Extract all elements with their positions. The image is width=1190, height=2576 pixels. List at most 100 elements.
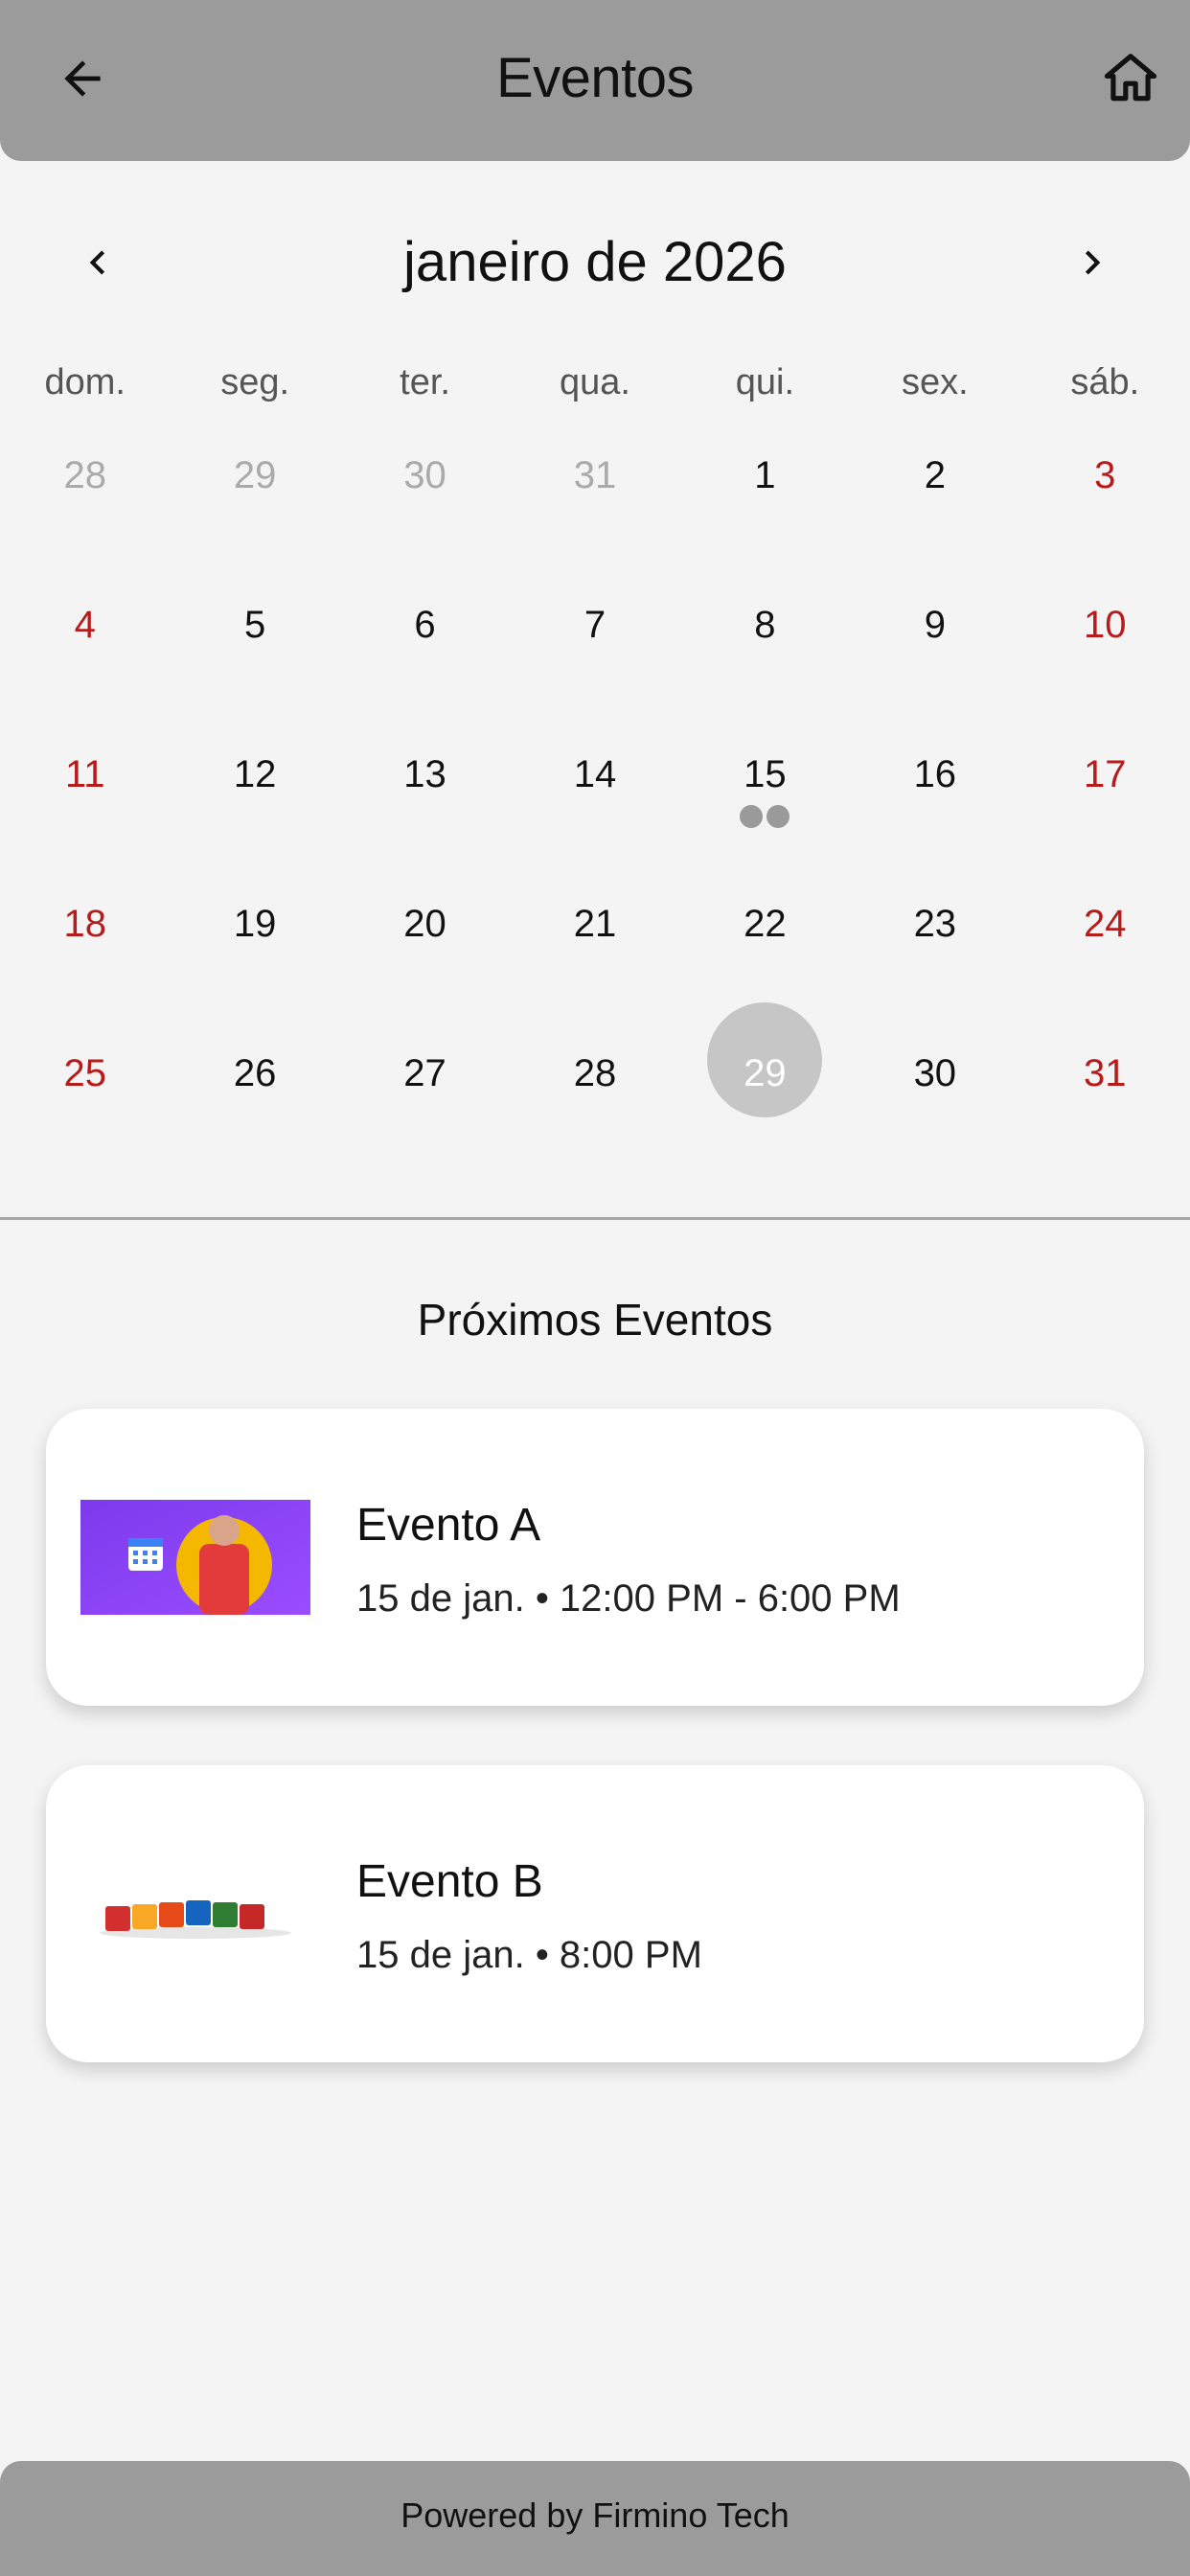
day-number: 25 <box>63 1052 106 1094</box>
event-thumbnail-image <box>80 1500 310 1615</box>
calendar-day[interactable]: 25 <box>0 1029 170 1179</box>
day-number: 24 <box>1083 903 1127 945</box>
day-number: 22 <box>744 903 787 945</box>
weekday-row: dom. seg. ter. qua. qui. sex. sáb. <box>0 362 1190 410</box>
upcoming-events-title: Próximos Eventos <box>417 1295 773 1345</box>
calendar-day[interactable]: 31 <box>1020 1029 1190 1179</box>
event-title: Evento A <box>356 1500 541 1551</box>
day-number: 18 <box>63 903 106 945</box>
day-number: 31 <box>1083 1052 1127 1094</box>
calendar-day[interactable]: 14 <box>510 730 679 880</box>
calendar-day-selected[interactable]: 29 <box>680 1002 850 1179</box>
calendar-day[interactable]: 17 <box>1020 730 1190 880</box>
day-number: 7 <box>584 604 606 646</box>
calendar-day[interactable]: 9 <box>850 581 1019 730</box>
calendar-day[interactable]: 28 <box>510 1029 679 1179</box>
app-bar: Eventos <box>0 0 1190 161</box>
calendar-day[interactable]: 26 <box>170 1029 339 1179</box>
day-number: 12 <box>233 753 277 795</box>
calendar-day[interactable]: 3 <box>1020 431 1190 581</box>
calendar-week: 11 12 13 14 15 16 17 <box>0 730 1190 880</box>
day-number: 20 <box>403 903 446 945</box>
home-icon <box>1104 54 1157 102</box>
event-markers <box>680 805 850 828</box>
day-number: 30 <box>913 1052 957 1094</box>
calendar-day[interactable]: 12 <box>170 730 339 880</box>
day-number: 23 <box>913 903 957 945</box>
calendar-day[interactable]: 27 <box>340 1029 510 1179</box>
calendar-day[interactable]: 28 <box>0 431 170 581</box>
day-number: 6 <box>414 604 436 646</box>
home-button[interactable] <box>1090 38 1171 119</box>
event-dot <box>740 805 764 828</box>
event-card[interactable]: Evento A 15 de jan. • 12:00 PM - 6:00 PM <box>46 1409 1144 1706</box>
day-number: 31 <box>573 454 617 496</box>
calendar-day[interactable]: 8 <box>680 581 850 730</box>
calendar-day[interactable]: 16 <box>850 730 1019 880</box>
chevron-right-icon <box>1085 250 1101 275</box>
calendar-day[interactable]: 1 <box>680 431 850 581</box>
calendar-day[interactable]: 11 <box>0 730 170 880</box>
event-dot <box>767 805 790 828</box>
calendar-week: 25 26 27 28 29 30 31 <box>0 1002 1190 1179</box>
calendar-day[interactable]: 21 <box>510 880 679 1029</box>
day-number: 16 <box>913 753 957 795</box>
calendar-day[interactable]: 30 <box>850 1029 1019 1179</box>
day-number: 21 <box>573 903 617 945</box>
weekday-label: ter. <box>400 362 450 402</box>
calendar-day[interactable]: 7 <box>510 581 679 730</box>
day-number: 13 <box>403 753 446 795</box>
day-number: 9 <box>924 604 946 646</box>
day-number: 28 <box>573 1052 617 1094</box>
month-label: janeiro de 2026 <box>403 231 787 293</box>
weekday-label: sex. <box>901 362 969 402</box>
day-number: 30 <box>403 454 446 496</box>
event-time: 15 de jan. • 12:00 PM - 6:00 PM <box>356 1577 901 1620</box>
calendar-day[interactable]: 19 <box>170 880 339 1029</box>
day-number: 2 <box>924 454 946 496</box>
day-number: 27 <box>403 1052 446 1094</box>
calendar-week: 18 19 20 21 22 23 24 <box>0 880 1190 1029</box>
footer-credit: Powered by Firmino Tech <box>400 2496 790 2535</box>
day-number: 29 <box>744 1052 787 1094</box>
calendar-header: janeiro de 2026 <box>0 217 1190 303</box>
day-number: 10 <box>1083 604 1127 646</box>
calendar-day[interactable]: 2 <box>850 431 1019 581</box>
calendar-day[interactable]: 13 <box>340 730 510 880</box>
next-month-button[interactable] <box>1054 224 1131 301</box>
calendar-week: 28 29 30 31 1 2 3 <box>0 431 1190 581</box>
calendar-week: 4 5 6 7 8 9 10 <box>0 581 1190 730</box>
footer: Powered by Firmino Tech <box>0 2461 1190 2576</box>
calendar-day[interactable]: 18 <box>0 880 170 1029</box>
calendar-day[interactable]: 10 <box>1020 581 1190 730</box>
calendar-day[interactable]: 23 <box>850 880 1019 1029</box>
day-number: 3 <box>1094 454 1116 496</box>
day-number: 1 <box>754 454 776 496</box>
day-number: 8 <box>754 604 776 646</box>
day-number: 15 <box>744 753 787 795</box>
calendar-day[interactable]: 6 <box>340 581 510 730</box>
calendar-day[interactable]: 29 <box>170 431 339 581</box>
calendar-day[interactable]: 30 <box>340 431 510 581</box>
day-number: 11 <box>64 753 105 795</box>
event-time: 15 de jan. • 8:00 PM <box>356 1934 702 1976</box>
calendar-day-with-events[interactable]: 15 <box>680 730 850 880</box>
calendar-day[interactable]: 20 <box>340 880 510 1029</box>
calendar-day[interactable]: 31 <box>510 431 679 581</box>
section-divider <box>0 1217 1190 1220</box>
weekday-label: seg. <box>220 362 290 402</box>
event-title: Evento B <box>356 1856 543 1907</box>
day-number: 19 <box>233 903 277 945</box>
weekday-label: qua. <box>559 362 630 402</box>
day-number: 29 <box>233 454 277 496</box>
day-number: 5 <box>244 604 266 646</box>
day-number: 17 <box>1083 753 1127 795</box>
calendar-day[interactable]: 4 <box>0 581 170 730</box>
event-card[interactable]: Evento B 15 de jan. • 8:00 PM <box>46 1765 1144 2062</box>
weekday-label: dom. <box>44 362 126 402</box>
day-number: 4 <box>74 604 96 646</box>
calendar-day[interactable]: 5 <box>170 581 339 730</box>
calendar-day[interactable]: 24 <box>1020 880 1190 1029</box>
page-title: Eventos <box>495 47 695 109</box>
day-number: 14 <box>573 753 617 795</box>
